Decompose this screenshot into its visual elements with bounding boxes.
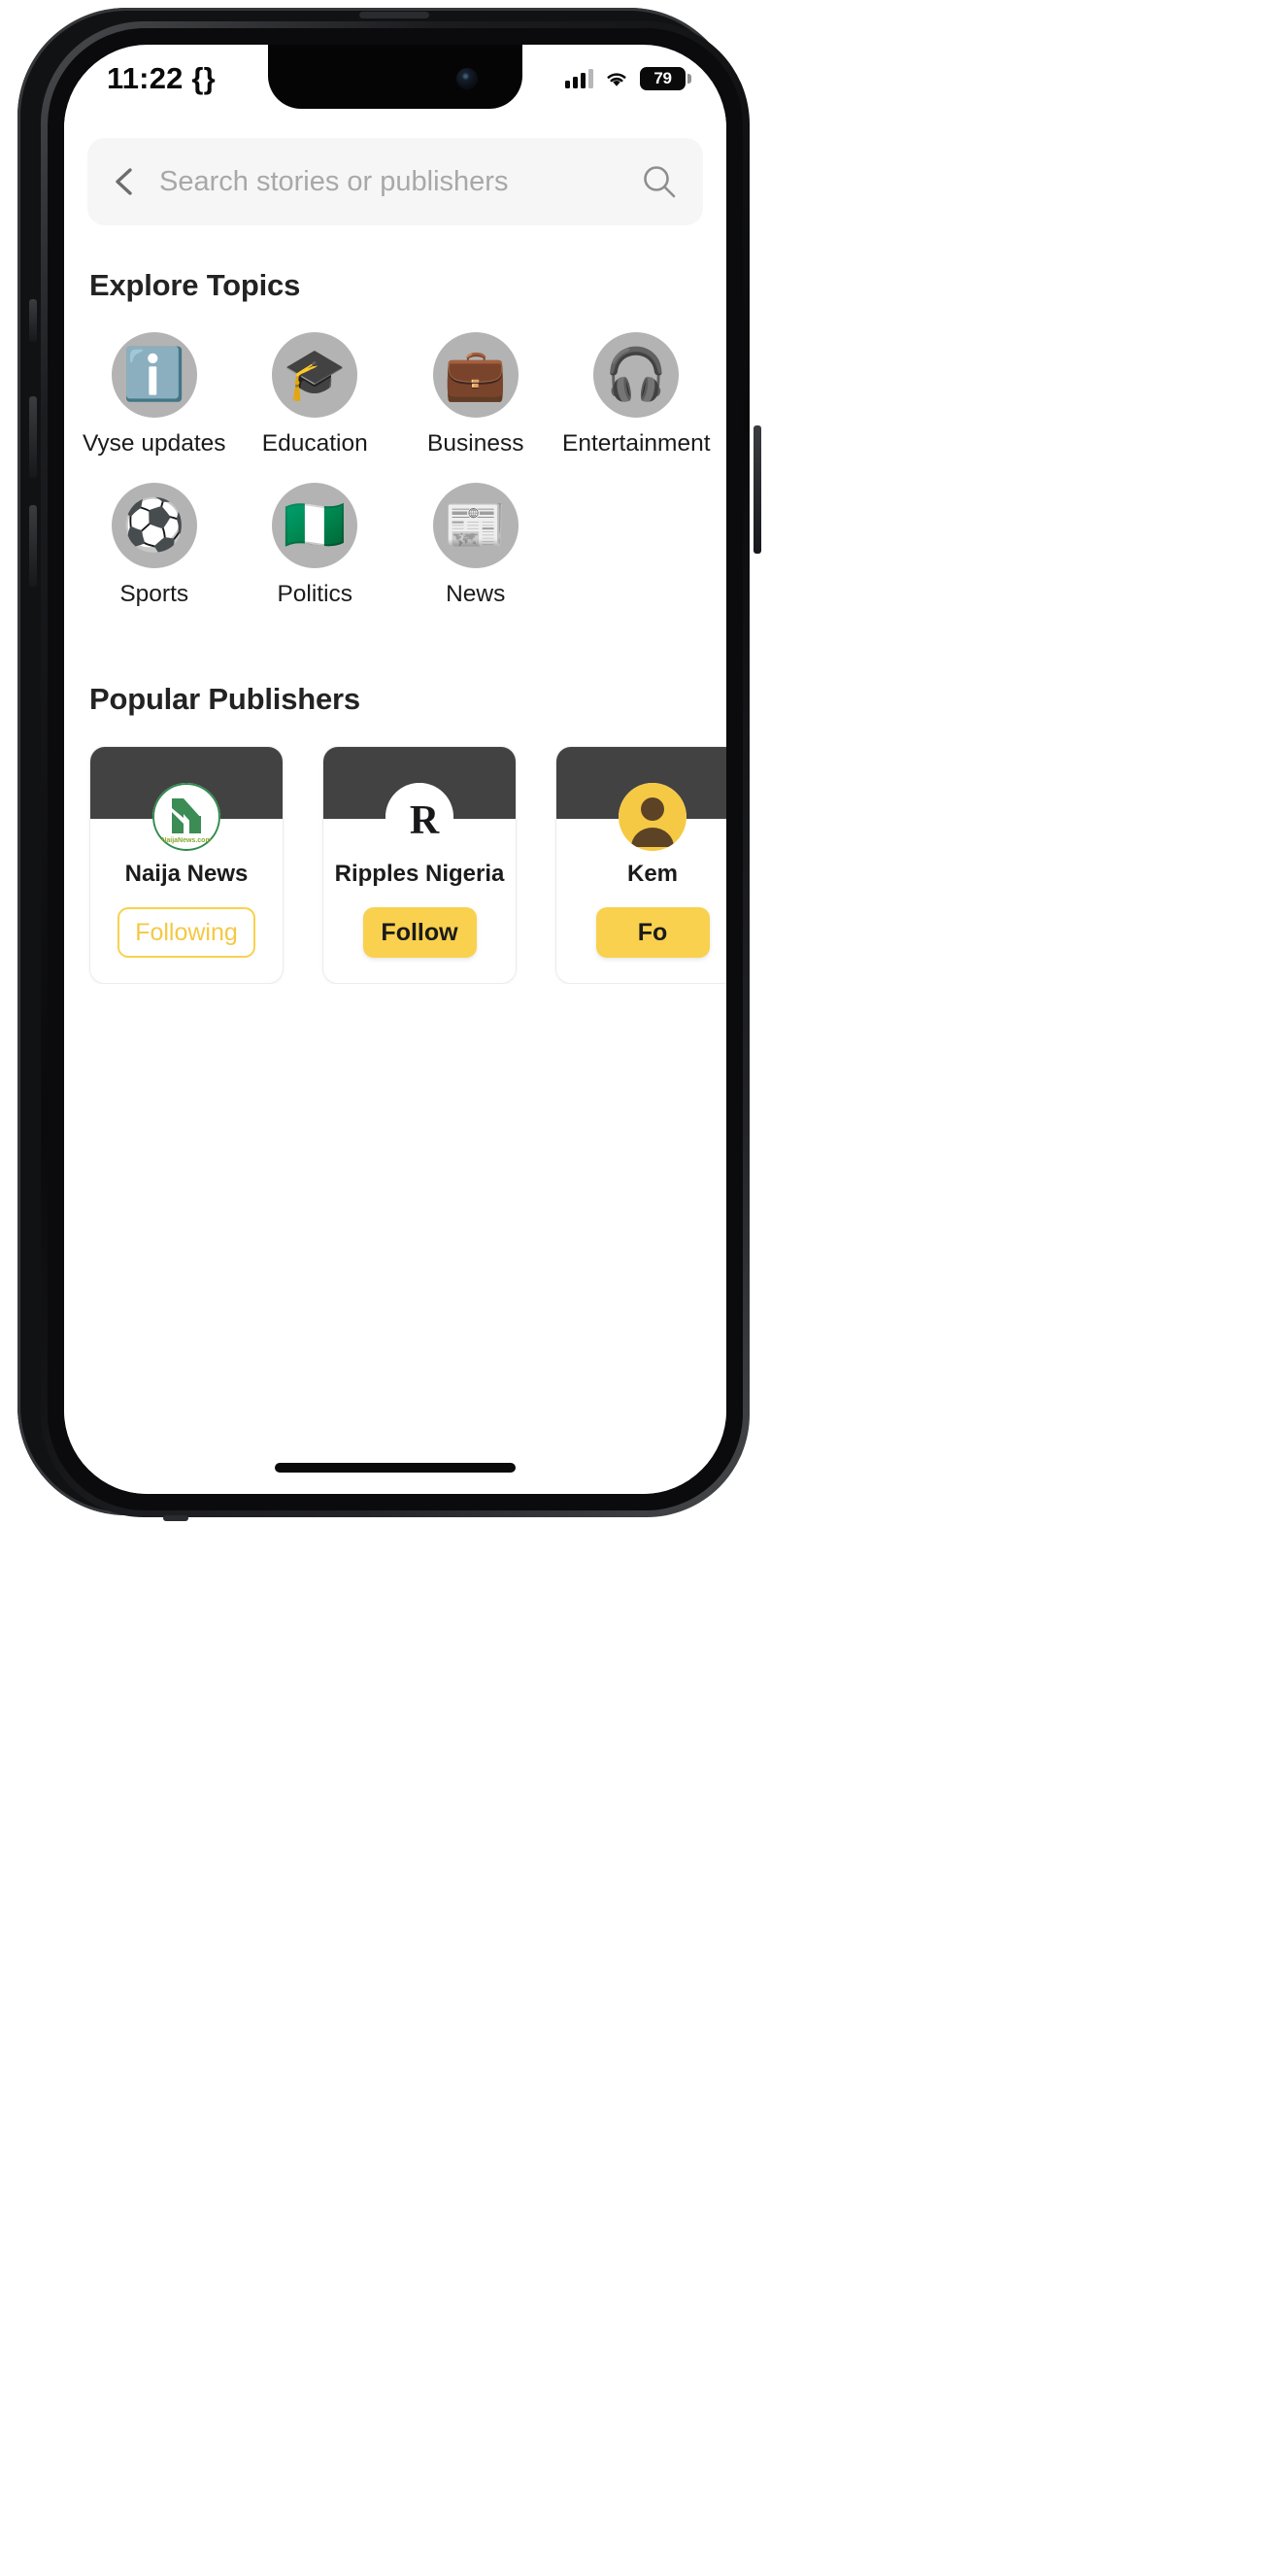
follow-button[interactable]: Fo xyxy=(595,907,710,958)
search-input[interactable]: Search stories or publishers xyxy=(159,166,623,198)
cellular-signal-icon xyxy=(565,69,593,88)
volume-up-button[interactable] xyxy=(29,396,37,478)
publishers-carousel[interactable]: NaijaNews.com Naija News Following R Rip… xyxy=(64,746,726,984)
earpiece-speaker xyxy=(359,12,429,18)
topic-label: Sports xyxy=(119,581,189,607)
naija-news-logo: NaijaNews.com xyxy=(152,783,220,851)
publisher-card[interactable]: NaijaNews.com Naija News Following xyxy=(89,746,284,984)
topic-label: Politics xyxy=(277,581,353,607)
topic-item-politics[interactable]: 🇳🇬 Politics xyxy=(235,483,396,608)
follow-button[interactable]: Follow xyxy=(362,907,477,958)
battery-icon: 79 xyxy=(640,67,691,90)
status-time: 11:22 {} xyxy=(107,61,216,95)
search-bar[interactable]: Search stories or publishers xyxy=(87,138,703,225)
battery-level: 79 xyxy=(653,69,672,87)
screenshot-root: 11:22 {} 79 Search stories or publishers… xyxy=(0,0,1273,2576)
status-indicators: 79 xyxy=(565,67,691,90)
back-chevron-icon[interactable] xyxy=(109,165,142,198)
home-indicator-bar[interactable] xyxy=(275,1463,516,1473)
wifi-icon xyxy=(607,73,626,86)
publisher-name: Kem xyxy=(626,861,679,887)
topic-item-business[interactable]: 💼 Business xyxy=(395,332,556,458)
device-frame: 11:22 {} 79 Search stories or publishers… xyxy=(17,8,761,1521)
topic-item-sports[interactable]: ⚽ Sports xyxy=(74,483,235,608)
publisher-name: Ripples Nigeria xyxy=(334,861,505,887)
publisher-name: Naija News xyxy=(124,861,249,887)
svg-text:NaijaNews.com: NaijaNews.com xyxy=(161,837,211,844)
topic-label: Education xyxy=(261,430,368,457)
svg-text:R: R xyxy=(410,798,440,843)
app-content: Search stories or publishers Explore Top… xyxy=(64,109,726,1494)
soccer-ball-icon: ⚽ xyxy=(111,483,197,568)
publisher-card[interactable]: R Ripples Nigeria Follow xyxy=(322,746,517,984)
briefcase-icon: 💼 xyxy=(432,332,519,418)
explore-topics-title: Explore Topics xyxy=(89,268,301,302)
bottom-microphone xyxy=(163,1515,188,1521)
power-button[interactable] xyxy=(754,425,761,554)
topic-label: Business xyxy=(427,430,524,457)
popular-publishers-title: Popular Publishers xyxy=(89,682,360,716)
display-notch xyxy=(268,45,522,109)
nigeria-flag-icon: 🇳🇬 xyxy=(272,483,358,568)
topics-grid: ℹ️ Vyse updates 🎓 Education 💼 Business 🎧… xyxy=(64,332,726,633)
topic-item-entertainment[interactable]: 🎧 Entertainment xyxy=(556,332,718,458)
topic-label: News xyxy=(446,581,506,607)
kemi-logo xyxy=(619,783,687,851)
volume-down-button[interactable] xyxy=(29,505,37,587)
graduation-cap-icon: 🎓 xyxy=(272,332,358,418)
information-icon: ℹ️ xyxy=(111,332,197,418)
search-icon[interactable] xyxy=(641,163,678,200)
topic-item-vyse-updates[interactable]: ℹ️ Vyse updates xyxy=(74,332,235,458)
headphones-icon: 🎧 xyxy=(593,332,680,418)
topic-label: Entertainment xyxy=(561,430,711,457)
follow-button[interactable]: Following xyxy=(117,907,255,958)
publisher-card[interactable]: Kem Fo xyxy=(555,746,726,984)
ripples-nigeria-logo: R xyxy=(385,783,453,851)
topic-label: Vyse updates xyxy=(82,430,226,457)
silent-switch[interactable] xyxy=(29,299,37,342)
phone-screen: 11:22 {} 79 Search stories or publishers… xyxy=(64,45,726,1494)
topic-item-education[interactable]: 🎓 Education xyxy=(235,332,396,458)
topic-item-news[interactable]: 📰 News xyxy=(395,483,556,608)
topic-grid-spacer xyxy=(556,483,718,608)
newspaper-icon: 📰 xyxy=(432,483,519,568)
front-camera-icon xyxy=(456,68,478,89)
